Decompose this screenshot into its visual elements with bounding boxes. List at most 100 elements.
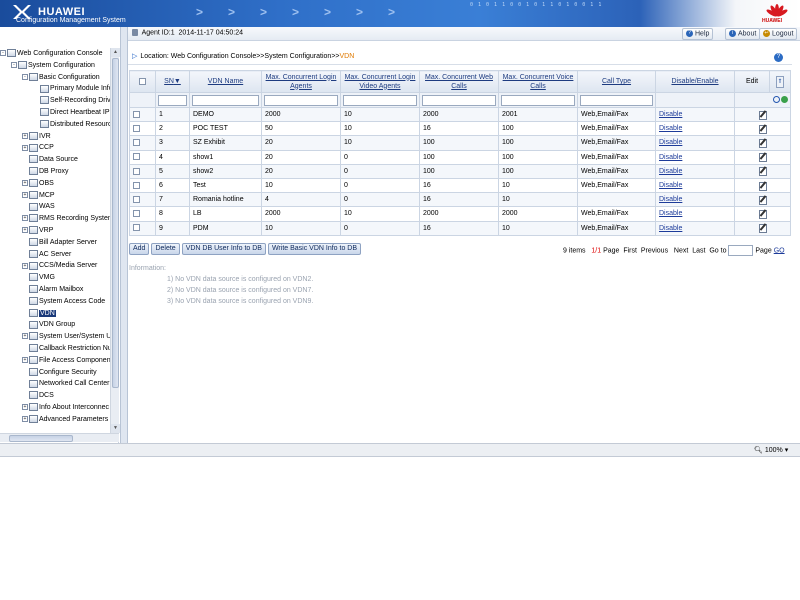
- collapse-icon[interactable]: -: [22, 73, 28, 80]
- tree-horizontal-scrollbar[interactable]: [0, 433, 119, 442]
- select-all-checkbox[interactable]: [139, 77, 146, 85]
- edit-icon[interactable]: [758, 138, 767, 148]
- filter-sn-input[interactable]: [158, 94, 187, 106]
- tree-item[interactable]: + Info About Interconnec: [22, 402, 109, 414]
- disable-link-value[interactable]: Disable: [659, 210, 682, 217]
- row-checkbox[interactable]: [133, 167, 140, 175]
- tree-item[interactable]: DB Proxy: [29, 166, 69, 178]
- filter-web[interactable]: [419, 92, 499, 108]
- edit-icon[interactable]: [758, 209, 767, 219]
- goto-page-input[interactable]: [728, 245, 754, 256]
- page-help-icon[interactable]: ?: [774, 53, 783, 62]
- row-select[interactable]: [129, 121, 156, 137]
- cell-edit[interactable]: [734, 135, 791, 151]
- tree-item[interactable]: + MCP: [22, 190, 55, 202]
- col-max-web-calls[interactable]: Max. Concurrent Web Calls: [419, 70, 499, 93]
- disable-link[interactable]: Disable: [655, 220, 735, 236]
- tree-item[interactable]: Self-Recording Drive: [40, 95, 115, 107]
- tree-item[interactable]: DCS: [29, 390, 54, 402]
- disable-link-value[interactable]: Disable: [659, 168, 682, 175]
- col-sn[interactable]: SN▼: [155, 70, 190, 93]
- collapse-icon[interactable]: -: [0, 50, 6, 57]
- help-button[interactable]: ? Help: [682, 28, 714, 40]
- col-disable-enable[interactable]: Disable/Enable: [655, 70, 735, 93]
- col-vdn-name[interactable]: VDN Name: [189, 70, 262, 93]
- tree-item[interactable]: + Advanced Parameters: [22, 414, 108, 426]
- collapse-icon[interactable]: -: [11, 61, 17, 68]
- cell-edit[interactable]: [734, 192, 791, 208]
- row-select[interactable]: [129, 192, 156, 208]
- tree-item[interactable]: Bill Adapter Server: [29, 237, 97, 249]
- disable-link[interactable]: Disable: [655, 106, 735, 123]
- expand-icon[interactable]: +: [22, 215, 28, 222]
- tree-item[interactable]: Alarm Mailbox: [29, 284, 83, 296]
- filter-type-input[interactable]: [580, 94, 653, 106]
- expand-icon[interactable]: +: [22, 227, 28, 234]
- refresh-icon[interactable]: [781, 96, 788, 104]
- tree-item[interactable]: VDN Group: [29, 319, 75, 331]
- tree-item[interactable]: VMG: [29, 272, 55, 284]
- tree-item[interactable]: + CCP: [22, 142, 54, 154]
- tree-item[interactable]: + System User/System Us: [22, 331, 115, 343]
- disable-link-value[interactable]: Disable: [659, 111, 682, 118]
- expand-icon[interactable]: +: [22, 404, 28, 411]
- cell-edit[interactable]: [734, 121, 791, 137]
- scroll-thumb[interactable]: [112, 58, 119, 388]
- cell-edit[interactable]: [734, 149, 791, 165]
- tree-item[interactable]: + RMS Recording System: [22, 213, 114, 225]
- col-max-voice-calls[interactable]: Max. Concurrent Voice Calls: [498, 70, 578, 93]
- edit-icon[interactable]: [758, 152, 767, 163]
- disable-link[interactable]: Disable: [655, 192, 735, 208]
- logout-button[interactable]: ↩ Logout: [759, 28, 798, 40]
- vdn-db-user-info-button[interactable]: VDN DB User Info to DB: [181, 243, 266, 255]
- filter-name-input[interactable]: [192, 94, 259, 106]
- next-page-link[interactable]: Next: [674, 247, 688, 254]
- row-select[interactable]: [129, 177, 156, 194]
- expand-icon[interactable]: +: [22, 132, 28, 139]
- table-row[interactable]: 3 SZ Exhibit 20 10 100 100 Web,Email/Fax Disabl…: [129, 135, 791, 151]
- cell-edit[interactable]: [734, 206, 791, 222]
- cell-edit[interactable]: [734, 177, 791, 194]
- filter-type[interactable]: [577, 92, 656, 108]
- tree-item[interactable]: Networked Call Center: [29, 378, 109, 390]
- table-row[interactable]: 5 show2 20 0 100 100 Web,Email/Fax Disable: [129, 163, 791, 179]
- tree-item[interactable]: Primary Module Info: [40, 83, 113, 95]
- expand-icon[interactable]: +: [22, 333, 28, 340]
- disable-link-value[interactable]: Disable: [659, 196, 682, 203]
- row-select[interactable]: [129, 149, 156, 165]
- filter-voice-input[interactable]: [501, 94, 575, 106]
- disable-link-value[interactable]: Disable: [659, 139, 682, 146]
- filter-sn[interactable]: [155, 92, 190, 108]
- filter-web-input[interactable]: [422, 94, 496, 106]
- disable-link-value[interactable]: Disable: [659, 154, 682, 161]
- row-checkbox[interactable]: [133, 196, 140, 204]
- table-row[interactable]: 8 LB 2000 10 2000 2000 Web,Email/Fax Disable: [129, 206, 791, 222]
- row-select[interactable]: [129, 163, 156, 179]
- disable-link-value[interactable]: Disable: [659, 182, 682, 189]
- filter-agents-input[interactable]: [264, 94, 338, 106]
- filter-name[interactable]: [189, 92, 262, 108]
- edit-icon[interactable]: [758, 181, 767, 191]
- tree-item[interactable]: Callback Restriction Num: [29, 343, 118, 355]
- zoom-level[interactable]: 🔍︎ 100% ▾: [754, 446, 788, 454]
- table-row[interactable]: 2 POC TEST 50 10 16 100 Web,Email/Fax Disable: [129, 121, 791, 137]
- row-select[interactable]: [129, 106, 156, 123]
- search-icon[interactable]: [773, 96, 780, 104]
- disable-link[interactable]: Disable: [655, 135, 735, 151]
- row-checkbox[interactable]: [133, 110, 140, 118]
- cell-edit[interactable]: [734, 163, 791, 179]
- hscroll-thumb[interactable]: [9, 435, 73, 442]
- tree-item[interactable]: + File Access Component: [22, 355, 113, 367]
- filter-video[interactable]: [340, 92, 420, 108]
- edit-icon[interactable]: [758, 195, 767, 205]
- scroll-down-icon[interactable]: ▼: [111, 424, 120, 433]
- row-checkbox[interactable]: [133, 181, 140, 189]
- first-page-link[interactable]: First: [623, 247, 637, 254]
- row-select[interactable]: [129, 135, 156, 151]
- about-button[interactable]: i About: [725, 28, 761, 40]
- cell-edit[interactable]: [734, 106, 791, 123]
- filter-voice[interactable]: [498, 92, 578, 108]
- row-checkbox[interactable]: [133, 153, 140, 161]
- disable-link-value[interactable]: Disable: [659, 225, 682, 232]
- tree-item[interactable]: WAS: [29, 201, 55, 213]
